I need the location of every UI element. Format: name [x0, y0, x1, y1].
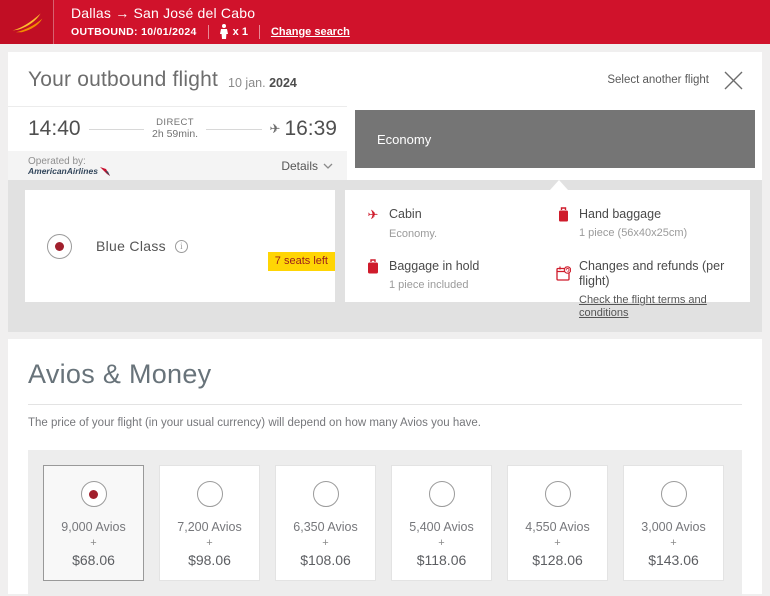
seats-left-badge: 7 seats left [267, 252, 335, 271]
american-airlines-logo: AmericanAirlines [28, 166, 110, 176]
caret-up [550, 180, 568, 190]
avios-option-5[interactable]: 4,550 Avios + $128.06 [507, 465, 608, 581]
avios-description: The price of your flight (in your usual … [28, 417, 481, 429]
detail-hold-baggage: Baggage in hold 1 piece included [365, 259, 555, 321]
avios-option-4[interactable]: 5,400 Avios + $118.06 [391, 465, 492, 581]
avios-option-2[interactable]: 7,200 Avios + $98.06 [159, 465, 260, 581]
route-title: Dallas → San José del Cabo [71, 5, 256, 21]
avios-option-1[interactable]: 9,000 Avios + $68.06 [43, 465, 144, 581]
avios-title: Avios & Money [28, 359, 212, 389]
flight-duration: DIRECT 2h 59min. [151, 116, 199, 141]
aa-eagle-icon [99, 167, 110, 176]
detail-cabin: ✈ Cabin Economy. [365, 207, 555, 241]
avios-radio[interactable] [312, 481, 339, 507]
avios-radio[interactable] [428, 481, 455, 507]
avios-radio[interactable] [544, 481, 571, 507]
iberia-logo[interactable] [0, 0, 54, 44]
tab-economy[interactable]: Economy [355, 110, 755, 168]
close-icon[interactable] [723, 70, 744, 91]
flight-path-line [206, 128, 262, 130]
arrival-time: 16:39 [284, 117, 337, 140]
divider [207, 24, 209, 39]
divider [28, 404, 742, 405]
iberia-swoosh-icon [12, 13, 42, 33]
top-header-bar: Dallas → San José del Cabo OUTBOUND: 10/… [0, 0, 770, 44]
avios-option-3[interactable]: 6,350 Avios + $108.06 [275, 465, 376, 581]
details-toggle[interactable]: Details [281, 159, 333, 173]
hand-baggage-icon [555, 207, 571, 222]
avios-radio[interactable] [660, 481, 687, 507]
flight-terms-link[interactable]: Check the flight terms and conditions [579, 294, 750, 320]
fare-option-blue-class[interactable]: Blue Class i 7 seats left [25, 190, 335, 302]
avios-options-strip: 9,000 Avios + $68.06 7,200 Avios + $98.0… [28, 450, 742, 596]
plane-icon: ✈ [367, 207, 379, 222]
passenger-count: x 1 [219, 24, 248, 39]
avios-option-6[interactable]: 3,000 Avios + $143.06 [623, 465, 724, 581]
hold-baggage-icon [365, 259, 381, 274]
chevron-down-icon [323, 163, 333, 169]
section-title: Your outbound flight [28, 68, 219, 91]
detail-changes-refunds: Changes and refunds (per flight) Check t… [555, 259, 750, 321]
fare-band: Blue Class i 7 seats left ✈ Cabin Econom… [8, 180, 762, 332]
calendar-refund-icon [555, 266, 571, 281]
flight-summary: 14:40 DIRECT 2h 59min. ✈ 16:39 Operated … [8, 106, 347, 180]
passenger-icon [219, 24, 228, 39]
detail-hand-baggage: Hand baggage 1 piece (56x40x25cm) [555, 207, 750, 241]
select-another-flight-label: Select another flight [607, 74, 709, 86]
fare-name: Blue Class [96, 238, 166, 254]
flight-date: 10 jan. 2024 [228, 76, 297, 90]
divider [258, 24, 260, 39]
plane-icon: ✈ [269, 121, 281, 136]
info-icon[interactable]: i [174, 239, 188, 253]
outbound-flight-section: Your outbound flight 10 jan. 2024 Select… [8, 52, 762, 332]
fare-details-card: ✈ Cabin Economy. Hand baggage 1 piece (5… [345, 190, 750, 319]
change-search-link[interactable]: Change search [271, 26, 350, 38]
avios-money-section: Avios & Money The price of your flight (… [8, 339, 762, 596]
departure-time: 14:40 [28, 117, 81, 140]
outbound-date-label: OUTBOUND: 10/01/2024 [71, 25, 197, 38]
avios-radio[interactable] [196, 481, 223, 507]
flight-path-line [88, 128, 144, 130]
fare-radio[interactable] [47, 233, 72, 259]
avios-radio[interactable] [80, 481, 107, 507]
